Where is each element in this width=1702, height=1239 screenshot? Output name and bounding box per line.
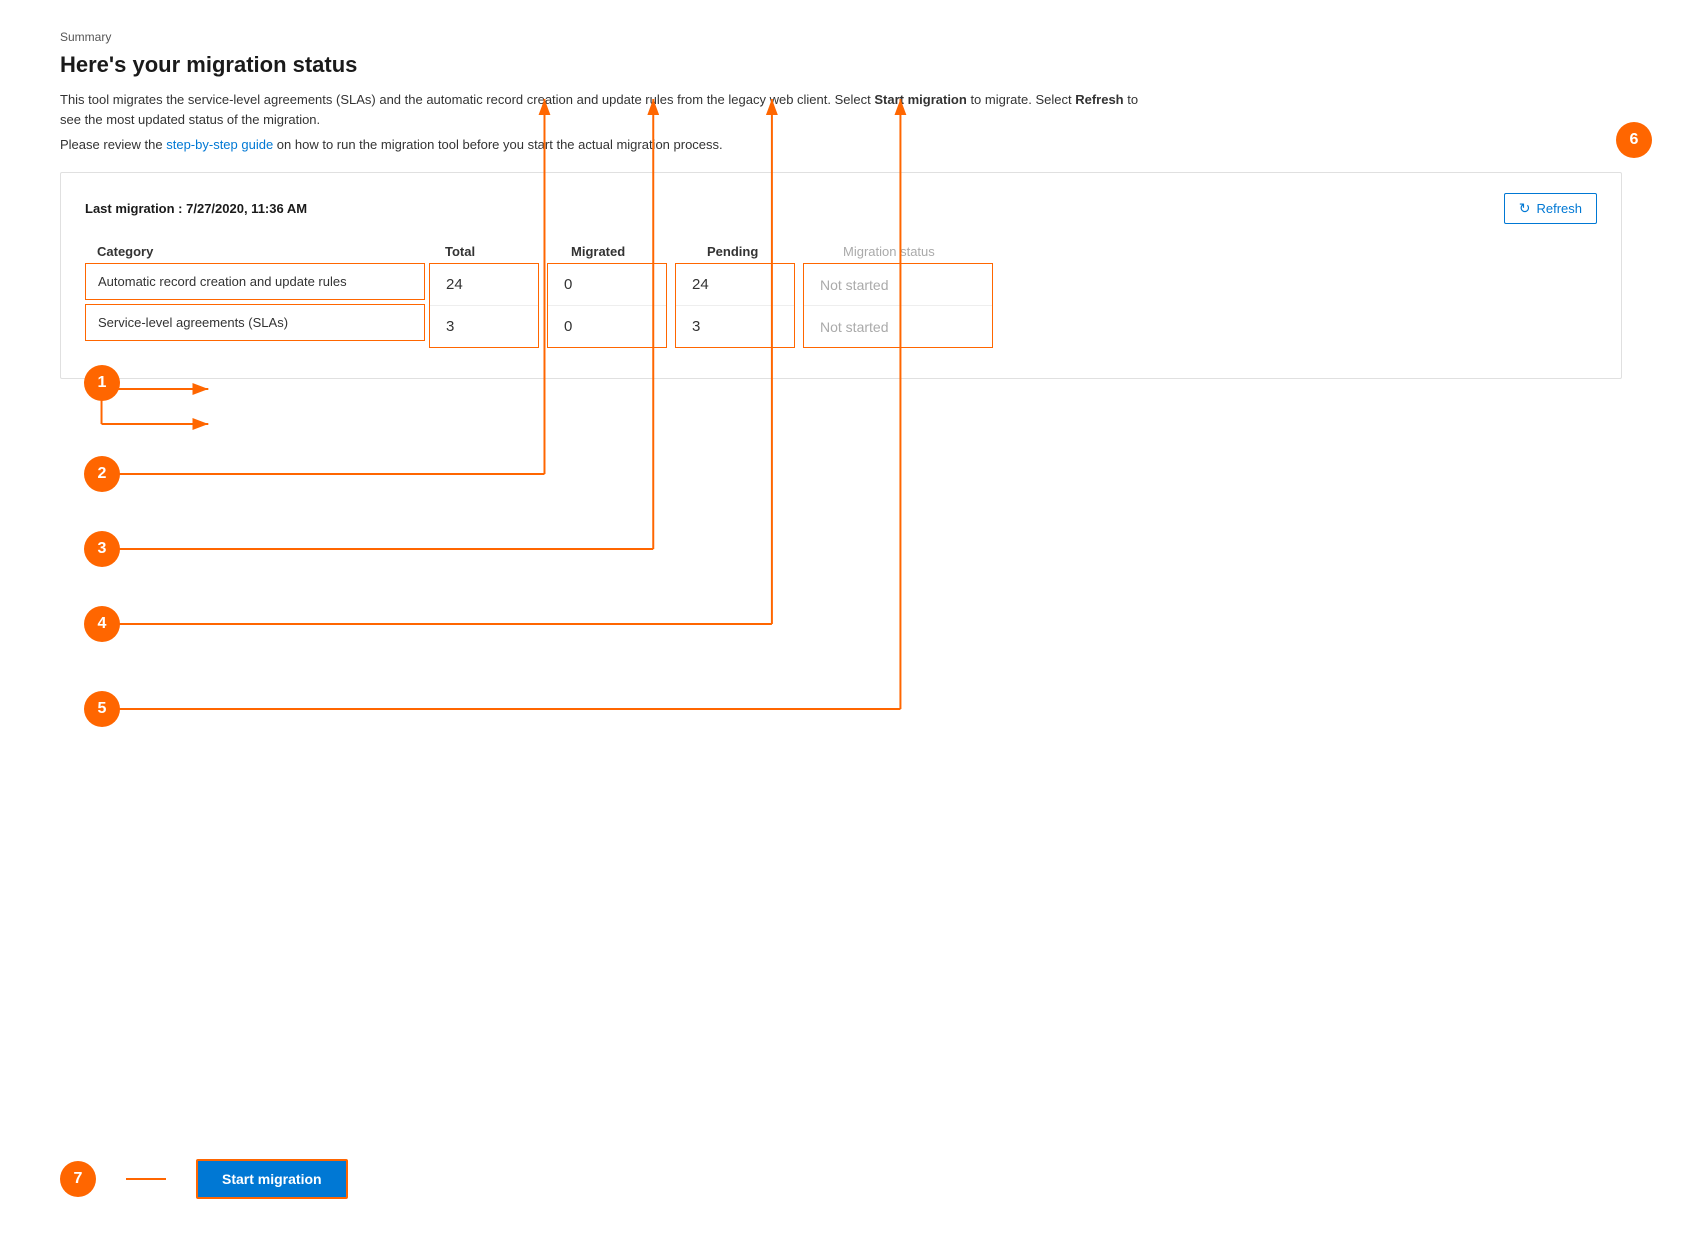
migrated-column: 0 0 xyxy=(547,263,667,348)
status-column: Not started Not started xyxy=(803,263,993,348)
annotation-7: 7 xyxy=(60,1161,96,1197)
migrated-row2: 0 xyxy=(548,305,666,347)
table-row: Automatic record creation and update rul… xyxy=(85,263,425,300)
table-data-rows: Automatic record creation and update rul… xyxy=(85,263,1597,348)
pending-column: 24 3 xyxy=(675,263,795,348)
status-row2: Not started xyxy=(804,305,992,347)
bottom-bar: 7 Start migration xyxy=(60,1159,1642,1199)
pending-row1: 24 xyxy=(676,264,794,305)
guide-text: Please review the step-by-step guide on … xyxy=(60,137,1642,152)
annotation-5: 5 xyxy=(84,691,120,727)
refresh-button[interactable]: ↻ Refresh xyxy=(1504,193,1597,224)
category-column: Automatic record creation and update rul… xyxy=(85,263,425,348)
page-title: Here's your migration status xyxy=(60,52,1642,78)
start-migration-button[interactable]: Start migration xyxy=(196,1159,348,1199)
annotation-4: 4 xyxy=(84,606,120,642)
refresh-icon: ↻ xyxy=(1519,200,1531,217)
breadcrumb: Summary xyxy=(60,30,1642,44)
annotation-2: 2 xyxy=(84,456,120,492)
total-column: 24 3 xyxy=(429,263,539,348)
col-header-total: Total xyxy=(429,244,547,259)
pending-row2: 3 xyxy=(676,305,794,347)
description-text: This tool migrates the service-level agr… xyxy=(60,90,1160,129)
status-row1: Not started xyxy=(804,264,992,305)
annotation-3: 3 xyxy=(84,531,120,567)
col-header-category: Category xyxy=(85,244,425,259)
migration-card: Last migration : 7/27/2020, 11:36 AM ↻ R… xyxy=(60,172,1622,379)
card-header: Last migration : 7/27/2020, 11:36 AM ↻ R… xyxy=(85,193,1597,224)
col-header-migrated: Migrated xyxy=(555,244,683,259)
total-row1: 24 xyxy=(430,264,538,305)
migrated-row1: 0 xyxy=(548,264,666,305)
col-header-status: Migration status xyxy=(827,244,1027,259)
annotation-6: 6 xyxy=(1616,122,1652,158)
table-row: Service-level agreements (SLAs) xyxy=(85,304,425,341)
total-row2: 3 xyxy=(430,305,538,347)
last-migration-timestamp: Last migration : 7/27/2020, 11:36 AM xyxy=(85,201,307,216)
col-header-pending: Pending xyxy=(691,244,819,259)
annotation-1: 1 xyxy=(84,365,120,401)
step-by-step-link[interactable]: step-by-step guide xyxy=(166,137,273,152)
arrows-diagram xyxy=(60,379,1642,799)
table-header-row: Category Total Migrated Pending Migratio… xyxy=(85,244,1597,259)
